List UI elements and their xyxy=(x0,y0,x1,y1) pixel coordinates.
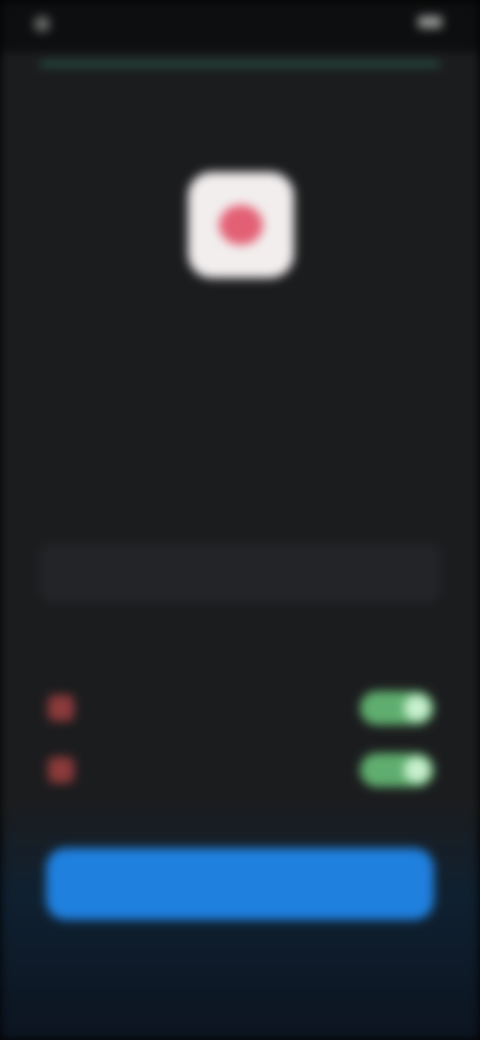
battery-icon xyxy=(418,16,442,28)
permission-toggle[interactable] xyxy=(360,691,434,725)
onboarding-progress xyxy=(40,62,440,66)
permission-row[interactable] xyxy=(40,684,440,732)
toggle-knob xyxy=(404,757,430,783)
notification-icon xyxy=(34,16,50,32)
permission-toggle[interactable] xyxy=(360,753,434,787)
bottom-gradient xyxy=(0,800,480,1040)
learn-more-row[interactable] xyxy=(40,544,440,602)
status-left xyxy=(34,16,60,32)
toggle-knob xyxy=(404,695,430,721)
screen xyxy=(0,0,480,1040)
permission-icon xyxy=(48,695,74,721)
app-icon xyxy=(188,172,294,278)
continue-button[interactable] xyxy=(46,848,434,920)
permission-icon xyxy=(48,757,74,783)
status-right xyxy=(410,16,442,28)
onboarding-progress-fill xyxy=(40,62,440,66)
status-bar xyxy=(0,0,480,52)
permission-row[interactable] xyxy=(40,746,440,794)
app-logo-icon xyxy=(219,205,263,245)
